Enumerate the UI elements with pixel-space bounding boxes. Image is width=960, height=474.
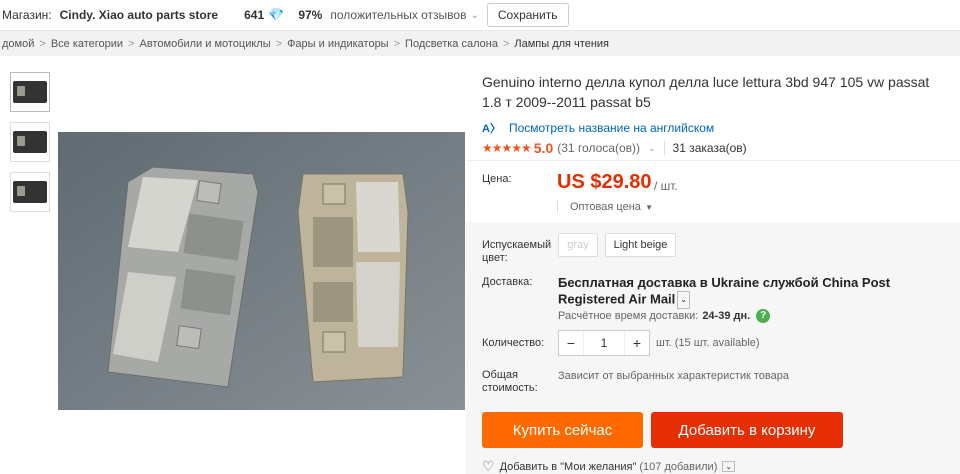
total-note: Зависит от выбранных характеристик товар… xyxy=(558,370,789,382)
quantity-increase-button[interactable]: + xyxy=(625,335,649,351)
price-value: US $29.80 xyxy=(557,171,652,193)
wishlist-count: (107 добавили) xyxy=(639,460,718,473)
total-label-line2: стоимость: xyxy=(482,382,538,394)
star-rating-icon: ★★★★★ xyxy=(482,141,532,155)
price-unit: / шт. xyxy=(654,179,678,193)
options-panel: Испускаемый цвет: gray Light beige Доста… xyxy=(466,222,960,474)
buy-now-button[interactable]: Купить сейчас xyxy=(482,412,643,448)
diamond-icon: 💎 xyxy=(268,7,285,22)
breadcrumb-separator: > xyxy=(502,37,510,50)
breadcrumb-home[interactable]: домой xyxy=(2,38,34,50)
votes-count[interactable]: (31 голоса(ов)) xyxy=(557,141,640,155)
thumbnail-image xyxy=(13,131,47,153)
price-label: Цена: xyxy=(482,173,512,185)
store-name-link[interactable]: Cindy. Xiao auto parts store xyxy=(60,8,218,22)
caret-down-icon: ▼ xyxy=(642,203,654,212)
thumbnail-3[interactable] xyxy=(10,172,50,212)
positive-percent: 97% xyxy=(298,8,323,22)
product-main-image[interactable] xyxy=(58,132,465,410)
total-label: Общая стоимость: xyxy=(482,369,538,395)
quantity-label: Количество: xyxy=(482,337,545,349)
chevron-down-icon[interactable]: ⌄ xyxy=(677,291,690,309)
wholesale-price-toggle[interactable]: Оптовая цена ▼ xyxy=(557,201,653,213)
wholesale-label: Оптовая цена xyxy=(570,201,641,213)
store-score: 641 xyxy=(244,8,265,22)
quantity-available: шт. (15 шт. available) xyxy=(656,337,760,349)
product-photo xyxy=(58,132,465,410)
shipping-label: Доставка: xyxy=(482,276,533,288)
translate-icon: A〉 xyxy=(482,123,501,135)
shipping-method: Бесплатная доставка в Ukraine службой Ch… xyxy=(558,275,891,307)
breadcrumb-auto[interactable]: Автомобили и мотоциклы xyxy=(140,38,271,50)
store-label: Магазин: xyxy=(2,8,52,22)
breadcrumb-separator: > xyxy=(275,37,283,50)
color-option-light-beige[interactable]: Light beige xyxy=(605,233,676,257)
positive-feedback-label[interactable]: положительных отзывов xyxy=(330,8,466,22)
delivery-time-label: Расчётное время доставки: xyxy=(558,310,699,322)
quantity-input[interactable]: 1 xyxy=(583,331,625,355)
total-label-line1: Общая xyxy=(482,369,518,381)
breadcrumb-separator: > xyxy=(393,37,401,50)
quantity-stepper: − 1 + xyxy=(558,330,650,356)
breadcrumb-interior-lights[interactable]: Подсветка салона xyxy=(405,38,498,50)
shipping-text: Бесплатная доставка в Ukraine службой Ch… xyxy=(558,275,958,309)
heart-icon[interactable]: ♡ xyxy=(482,458,495,474)
thumbnail-image xyxy=(13,181,47,203)
chevron-down-icon[interactable]: ⌄ xyxy=(722,461,736,472)
breadcrumb-all-categories[interactable]: Все категории xyxy=(51,38,123,50)
breadcrumb-separator: > xyxy=(39,37,46,50)
chevron-down-icon[interactable]: ⌄ xyxy=(470,10,478,21)
quantity-decrease-button[interactable]: − xyxy=(559,335,583,351)
thumbnail-image xyxy=(13,81,47,103)
product-info: Genuino interno делла купол делла luce l… xyxy=(482,72,960,156)
product-title: Genuino interno делла купол делла luce l… xyxy=(482,74,930,110)
translate-link[interactable]: Посмотреть название на английском xyxy=(509,121,714,135)
help-icon[interactable]: ? xyxy=(756,309,771,323)
delivery-time-value: 24-39 дн. xyxy=(702,310,751,322)
chevron-down-icon[interactable]: ⌄ xyxy=(648,143,656,154)
price-area: Цена: US $29.80 / шт. Оптовая цена ▼ xyxy=(466,160,960,222)
color-label: Испускаемый цвет: xyxy=(482,239,551,265)
breadcrumb-separator: > xyxy=(128,37,135,50)
translate-row: A〉 Посмотреть название на английском xyxy=(482,120,960,136)
delivery-time: Расчётное время доставки: 24-39 дн. ? xyxy=(558,309,771,323)
thumbnail-1[interactable] xyxy=(10,72,50,112)
color-label-line1: Испускаемый xyxy=(482,239,552,251)
rating-row: ★★★★★ 5.0 (31 голоса(ов)) ⌄ 31 заказа(ов… xyxy=(482,140,960,156)
color-option-gray[interactable]: gray xyxy=(558,233,598,257)
wishlist-row: ♡ Добавить в "Мои желания" (107 добавили… xyxy=(482,458,736,474)
thumbnail-list xyxy=(10,72,50,222)
wishlist-link[interactable]: Добавить в "Мои желания" xyxy=(500,461,637,473)
orders-count: 31 заказа(ов) xyxy=(672,141,747,155)
save-store-button[interactable]: Сохранить xyxy=(486,3,569,27)
thumbnail-2[interactable] xyxy=(10,122,50,162)
add-to-cart-button[interactable]: Добавить в корзину xyxy=(651,412,843,448)
breadcrumb: домой > Все категории > Автомобили и мот… xyxy=(0,30,960,56)
color-label-line2: цвет: xyxy=(482,252,508,264)
divider xyxy=(663,141,665,155)
breadcrumb-lights[interactable]: Фары и индикаторы xyxy=(287,38,389,50)
rating-value: 5.0 xyxy=(533,140,554,156)
store-bar: Магазин: Cindy. Xiao auto parts store 64… xyxy=(0,0,960,30)
breadcrumb-current: Лампы для чтения xyxy=(514,37,609,50)
